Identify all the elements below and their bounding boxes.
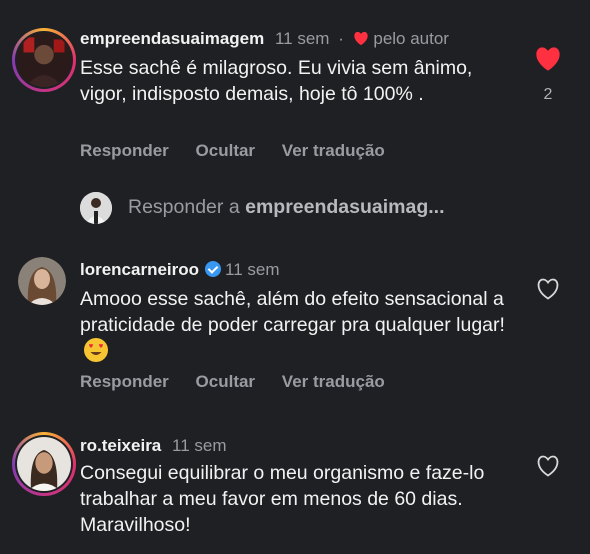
comment-actions: Responder Ocultar Ver tradução xyxy=(80,141,407,161)
translate-button[interactable]: Ver tradução xyxy=(282,141,385,160)
reply-prompt-text[interactable]: Responder a empreendasuaimag... xyxy=(128,196,445,219)
avatar[interactable] xyxy=(18,257,66,305)
like-heart-outline-icon[interactable] xyxy=(536,278,560,300)
comment-text: Consegui equilibrar o meu organismo e fa… xyxy=(80,462,485,536)
username[interactable]: ro.teixeira xyxy=(80,436,161,455)
reply-target: empreendasuaimag... xyxy=(245,196,445,218)
comment-actions: Responder Ocultar Ver tradução xyxy=(80,372,407,392)
reply-button[interactable]: Responder xyxy=(80,141,169,160)
like-heart-icon[interactable] xyxy=(534,45,562,73)
comment-text: Esse sachê é milagroso. Eu vivia sem âni… xyxy=(80,57,473,105)
comment-meta: empreendasuaimagem 11 sem · pelo autor xyxy=(80,29,449,49)
avatar-photo xyxy=(17,437,71,491)
avatar[interactable] xyxy=(12,28,76,92)
separator: · xyxy=(338,29,344,48)
timestamp: 11 sem xyxy=(225,260,280,279)
heart-eyes-emoji-icon xyxy=(84,338,108,362)
author-heart-icon xyxy=(353,31,368,46)
translate-button[interactable]: Ver tradução xyxy=(282,372,385,391)
comment-meta: ro.teixeira 11 sem xyxy=(80,436,227,456)
verified-badge-icon xyxy=(205,261,222,277)
like-count: 2 xyxy=(543,86,553,103)
reply-button[interactable]: Responder xyxy=(80,372,169,391)
avatar-photo xyxy=(17,33,71,87)
timestamp: 11 sem xyxy=(274,29,330,48)
author-badge: pelo autor xyxy=(373,29,449,48)
reply-prefix: Responder a xyxy=(128,196,240,218)
avatar-photo xyxy=(18,257,66,305)
comment-text-content: Amooo esse sachê, além do efeito sensaci… xyxy=(80,288,505,336)
current-user-avatar xyxy=(80,192,112,224)
comment-meta: lorencarneiroo 11 sem xyxy=(80,260,280,280)
hide-button[interactable]: Ocultar xyxy=(196,372,256,391)
username[interactable]: empreendasuaimagem xyxy=(80,29,264,48)
comment-text: Amooo esse sachê, além do efeito sensaci… xyxy=(80,286,520,365)
hide-button[interactable]: Ocultar xyxy=(196,141,256,160)
username[interactable]: lorencarneiroo xyxy=(80,260,199,279)
avatar[interactable] xyxy=(12,432,76,496)
timestamp: 11 sem xyxy=(172,436,227,455)
like-heart-outline-icon[interactable] xyxy=(536,455,560,477)
